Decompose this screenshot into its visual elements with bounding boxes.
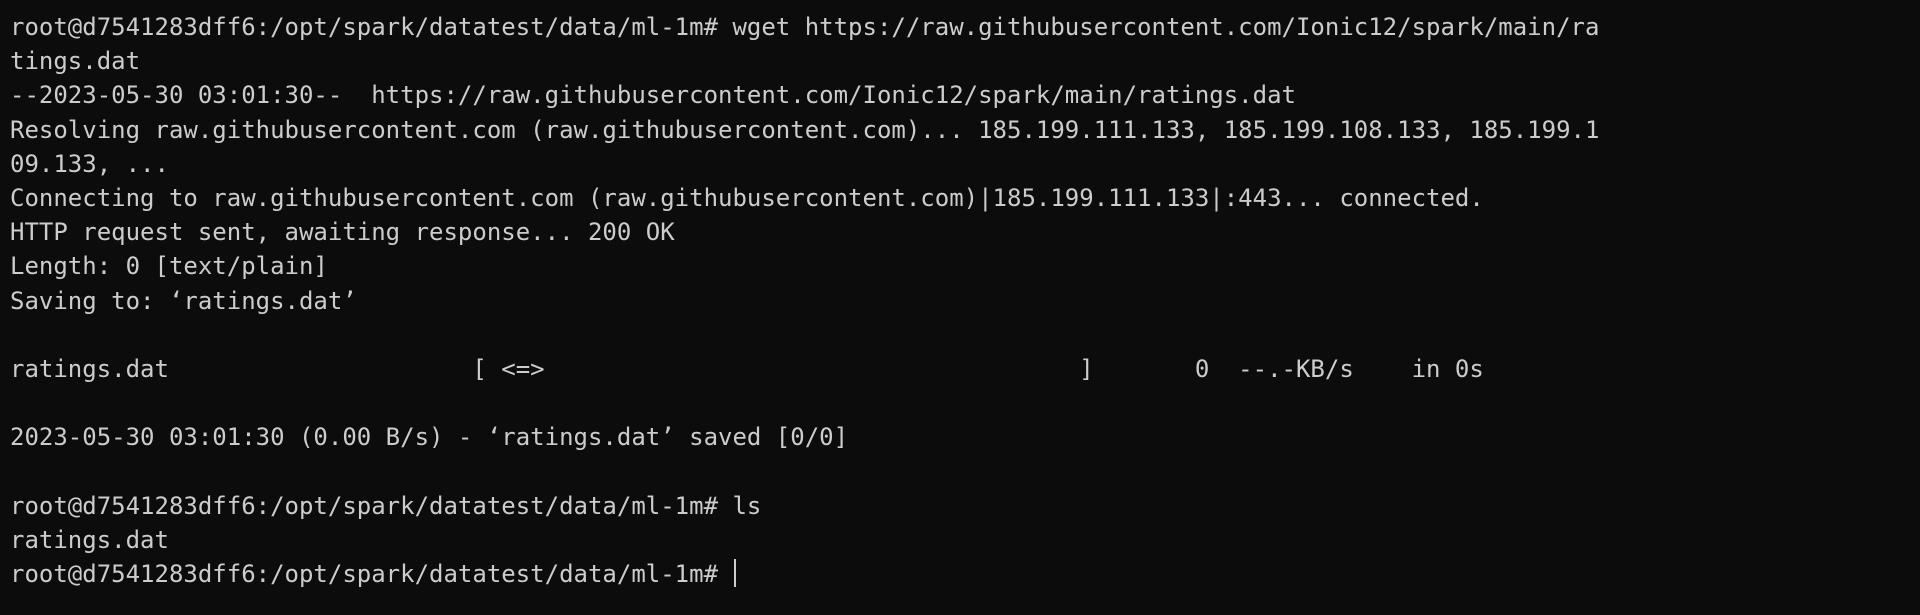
- terminal-line-timestamp-url: --2023-05-30 03:01:30-- https://raw.gith…: [10, 81, 1296, 110]
- terminal-prompt-line[interactable]: root@d7541283dff6:/opt/spark/datatest/da…: [10, 557, 1920, 591]
- terminal-line-wget-command: root@d7541283dff6:/opt/spark/datatest/da…: [10, 13, 1600, 41]
- terminal-prompt: root@d7541283dff6:/opt/spark/datatest/da…: [10, 560, 733, 588]
- terminal-line-connecting: Connecting to raw.githubusercontent.com …: [10, 183, 1484, 212]
- terminal-line-saved: 2023-05-30 03:01:30 (0.00 B/s) - ‘rating…: [10, 423, 849, 452]
- terminal-line-ls-output: ratings.dat: [10, 525, 169, 554]
- terminal-line-wget-command-wrap: tings.dat: [10, 47, 141, 76]
- terminal-line-saving-to: Saving to: ‘ratings.dat’: [10, 286, 357, 315]
- terminal-window[interactable]: root@d7541283dff6:/opt/spark/datatest/da…: [0, 0, 1920, 615]
- text-cursor: [734, 559, 737, 587]
- terminal-line-resolving: Resolving raw.githubusercontent.com (raw…: [10, 115, 1600, 144]
- terminal-line-resolving-wrap: 09.133, ...: [10, 149, 169, 178]
- terminal-line-http-response: HTTP request sent, awaiting response... …: [10, 218, 675, 247]
- terminal-line-length: Length: 0 [text/plain]: [10, 252, 328, 281]
- terminal-line-ls-command: root@d7541283dff6:/opt/spark/datatest/da…: [10, 491, 762, 520]
- terminal-line-progress: ratings.dat [ <=> ] 0 --.-KB/s in 0s: [10, 354, 1484, 383]
